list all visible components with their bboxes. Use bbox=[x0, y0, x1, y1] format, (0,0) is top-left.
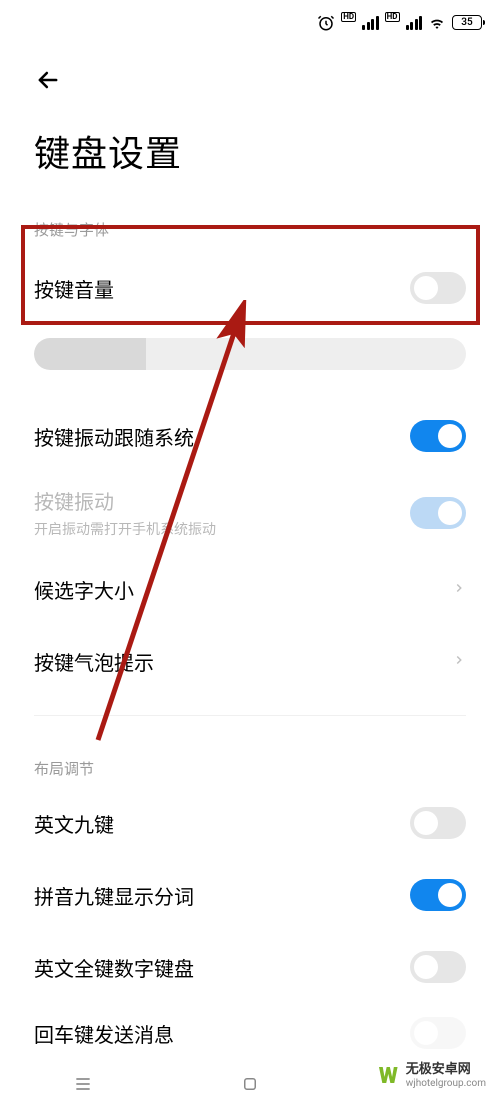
key-vibration-toggle bbox=[410, 497, 466, 529]
english-nine-toggle[interactable] bbox=[410, 807, 466, 839]
english-full-num-toggle[interactable] bbox=[410, 951, 466, 983]
pinyin-split-toggle[interactable] bbox=[410, 879, 466, 911]
section-header-layout: 布局调节 bbox=[34, 758, 466, 779]
signal-icon-2 bbox=[406, 16, 423, 30]
watermark-logo-icon: W bbox=[374, 1063, 400, 1089]
chevron-right-icon bbox=[452, 652, 466, 671]
candidate-size-label: 候选字大小 bbox=[34, 575, 134, 604]
volume-slider-container bbox=[34, 328, 466, 400]
enter-send-label: 回车键发送消息 bbox=[34, 1019, 174, 1048]
hd-icon-2: HD bbox=[385, 12, 400, 22]
key-vibration-sublabel: 开启振动需打开手机系统振动 bbox=[34, 519, 216, 539]
vibration-follow-row[interactable]: 按键振动跟随系统 bbox=[34, 400, 466, 472]
enter-send-toggle[interactable] bbox=[410, 1017, 466, 1049]
watermark: W 无极安卓网 wjhotelgroup.com bbox=[368, 1059, 492, 1093]
english-full-num-row[interactable]: 英文全键数字键盘 bbox=[34, 931, 466, 1003]
pinyin-split-row[interactable]: 拼音九键显示分词 bbox=[34, 859, 466, 931]
vibration-follow-toggle[interactable] bbox=[410, 420, 466, 452]
battery-level: 35 bbox=[461, 17, 472, 28]
watermark-title: 无极安卓网 bbox=[406, 1063, 486, 1077]
english-full-num-label: 英文全键数字键盘 bbox=[34, 953, 194, 982]
volume-slider[interactable] bbox=[34, 338, 466, 370]
english-nine-row[interactable]: 英文九键 bbox=[34, 787, 466, 859]
key-volume-label: 按键音量 bbox=[34, 274, 114, 303]
status-bar: HD HD 35 bbox=[0, 0, 500, 45]
wifi-icon bbox=[428, 14, 446, 32]
key-volume-toggle[interactable] bbox=[410, 272, 466, 304]
page-title: 键盘设置 bbox=[34, 125, 466, 177]
candidate-size-row[interactable]: 候选字大小 bbox=[34, 553, 466, 625]
watermark-url: wjhotelgroup.com bbox=[406, 1078, 486, 1089]
bubble-hint-row[interactable]: 按键气泡提示 bbox=[34, 625, 466, 697]
section-header-keys: 按键与字体 bbox=[34, 219, 466, 240]
nav-menu-icon[interactable] bbox=[63, 1064, 103, 1104]
bubble-hint-label: 按键气泡提示 bbox=[34, 647, 154, 676]
signal-icon-1 bbox=[362, 16, 379, 30]
english-nine-label: 英文九键 bbox=[34, 809, 114, 838]
pinyin-split-label: 拼音九键显示分词 bbox=[34, 881, 194, 910]
key-vibration-row: 按键振动 开启振动需打开手机系统振动 bbox=[34, 472, 466, 553]
battery-icon: 35 bbox=[452, 15, 482, 30]
back-button[interactable] bbox=[34, 65, 64, 95]
key-volume-row[interactable]: 按键音量 bbox=[34, 248, 466, 328]
nav-home-icon[interactable] bbox=[230, 1064, 270, 1104]
chevron-right-icon bbox=[452, 580, 466, 599]
divider bbox=[34, 715, 466, 716]
hd-icon-1: HD bbox=[341, 12, 356, 22]
vibration-follow-label: 按键振动跟随系统 bbox=[34, 422, 194, 451]
key-vibration-label: 按键振动 bbox=[34, 486, 216, 515]
enter-send-row[interactable]: 回车键发送消息 bbox=[34, 1003, 466, 1049]
alarm-icon bbox=[317, 14, 335, 32]
